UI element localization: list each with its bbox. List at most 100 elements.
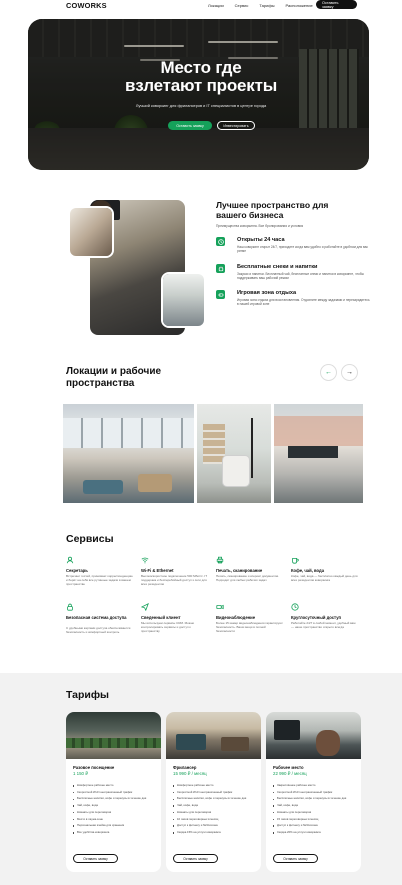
clock-icon — [291, 603, 299, 613]
service-secretary: Секретарь Встречает гостей, принимает ко… — [66, 556, 136, 596]
service-video: Видеонаблюдение Более 15 камер видеонабл… — [216, 603, 286, 643]
why-subtitle: Преимущества коворкинга. Все бронировани… — [216, 224, 304, 228]
send-icon — [140, 602, 149, 613]
hero-invest-button[interactable]: Инвестировать — [217, 121, 255, 130]
wifi-icon — [141, 556, 149, 566]
clock-icon — [216, 237, 225, 246]
tariff-request-button[interactable]: Оставить заявку — [273, 854, 318, 863]
service-desc: Мы используем сервисы CRM. Можно контрол… — [141, 621, 195, 633]
office-photo-small-right — [161, 272, 206, 328]
service-desc: С удобными картами доступа обеспечиваетс… — [66, 626, 131, 634]
list-item: Доступ к фитнесу и библиотеке — [173, 823, 257, 828]
tariff-price: 1 150 ₽ — [73, 771, 89, 776]
list-item: Скоростной Wi-Fi неограниченный трафик — [273, 790, 357, 794]
service-client: Сведенный клиент Мы используем сервисы C… — [140, 602, 211, 643]
list-item: Скидка 15% на услуги коворкинга — [173, 830, 257, 834]
printer-icon — [216, 556, 224, 566]
why-title: Лучшее пространство для вашего бизнеса — [216, 200, 329, 220]
nav-item-tariffs[interactable]: Тарифы — [259, 3, 274, 8]
tariff-card-workplace: Рабочее место 22 990 ₽ / месяц Закреплён… — [266, 712, 361, 872]
services-title: Сервисы — [66, 533, 114, 545]
service-desc: Работайте 24/7 в любой момент, удобный в… — [291, 621, 356, 629]
service-desc: Более 15 камер видеонаблюдения гарантиру… — [216, 621, 283, 633]
service-24h-access: Круглосуточный доступ Работайте 24/7 в л… — [291, 603, 361, 643]
list-item: Комнаты для переговоров — [173, 810, 257, 814]
nav-item-service[interactable]: Сервис — [235, 3, 249, 8]
feature-title: Игровая зона отдыха — [237, 290, 297, 296]
service-title: Сведенный клиент — [141, 615, 181, 620]
camera-icon — [216, 603, 224, 613]
list-item: 15 часов переговорных в месяц — [273, 817, 357, 821]
feature-desc: Закуски и напитки. Бесплатный чай, беспл… — [237, 272, 364, 280]
tariff-features: Закреплённое рабочее место Скоростной Wi… — [273, 783, 357, 838]
list-item: Доступ к фитнесу и библиотеке — [273, 823, 357, 828]
list-item: Персональная ячейка для хранения — [73, 823, 157, 828]
feature-game-zone: Игровая зона отдыха Игровая зона отдыха … — [216, 290, 370, 310]
service-title: Кофе, чай, вода — [291, 568, 325, 573]
tariff-card-single: Разовое посещение 1 150 ₽ Комфортное раб… — [66, 712, 161, 872]
feature-snacks: Бесплатные снеки и напитки Закуски и нап… — [216, 264, 364, 284]
list-item: Бесплатные напитки, кофе и перекусы в те… — [273, 796, 357, 801]
tariff-photo — [166, 712, 261, 759]
main-nav: Локации Сервис Тарифы Расположение — [208, 3, 313, 8]
logo[interactable]: COWORKS — [66, 1, 107, 10]
location-photo-3[interactable] — [274, 404, 363, 503]
service-title: Печать, сканирование — [216, 568, 263, 573]
office-photo-small-left — [68, 206, 114, 258]
feature-title: Открыты 24 часа — [237, 237, 285, 243]
service-print: Печать, сканирование Печать, сканировани… — [216, 556, 286, 596]
tariff-name: Рабочее место — [273, 765, 304, 770]
list-item: Скидка 20% на услуги коворкинга — [273, 830, 357, 834]
tariff-features: Комфортное рабочее место Скоростной Wi-F… — [73, 783, 157, 838]
list-item: Закреплённое рабочее место — [273, 783, 357, 787]
service-title: Круглосуточный доступ — [291, 615, 342, 620]
service-title: Wi-Fi & Ethernet — [141, 568, 174, 573]
nav-item-locations[interactable]: Локации — [208, 3, 224, 8]
tariff-card-freelancer: Фрилансер 15 990 ₽ / месяц Комфортное ра… — [166, 712, 261, 872]
carousel-next-button[interactable]: → — [342, 365, 357, 380]
list-item: Комфортное рабочее место — [73, 783, 157, 787]
list-item: Чай, кофе, вода — [73, 803, 157, 808]
list-item: Комфортное рабочее место — [173, 783, 257, 787]
location-photo-1[interactable] — [63, 404, 194, 503]
hero-request-button[interactable]: Оставить заявку — [168, 121, 212, 130]
list-item: Все удобства коворкинга — [73, 830, 157, 834]
location-photo-2[interactable] — [197, 404, 271, 503]
list-item: Бесплатные напитки, кофе и перекусы в те… — [73, 796, 157, 801]
header-request-button[interactable]: Оставить заявку — [316, 0, 357, 9]
feature-title: Бесплатные снеки и напитки — [237, 264, 318, 270]
locations-title: Локации и рабочие пространства — [66, 366, 162, 389]
secretary-icon — [66, 556, 74, 566]
tariff-price: 22 990 ₽ / месяц — [273, 771, 307, 776]
tariff-name: Разовое посещение — [73, 765, 115, 770]
tariff-request-button[interactable]: Оставить заявку — [173, 854, 218, 863]
tariff-request-button[interactable]: Оставить заявку — [73, 854, 118, 863]
hero-title: Место где взлетают проекты — [124, 58, 278, 95]
hero-subtitle: Лучший коворкинг для фрилансеров и IT сп… — [135, 103, 267, 108]
feature-desc: Наш коворкинг открыт 24/7, приходите ког… — [237, 245, 369, 253]
list-item: Место в лаунж-зоне — [73, 817, 157, 821]
list-item: Комнаты для переговоров — [273, 810, 357, 814]
service-coffee: Кофе, чай, вода Кофе, чай, вода — беспла… — [291, 556, 361, 596]
tariffs-title: Тарифы — [66, 689, 110, 701]
list-item: Чай, кофе, вода — [273, 803, 357, 808]
list-item: Комнаты для переговоров — [73, 810, 157, 814]
service-desc: Кофе, чай, вода — бесплатно каждый день … — [291, 574, 358, 582]
service-title: Секретарь — [66, 568, 88, 573]
game-icon — [216, 290, 225, 299]
service-access: Безопасная система доступа С удобными ка… — [66, 603, 136, 648]
service-wifi: Wi-Fi & Ethernet Высокоскоростное подклю… — [141, 556, 211, 596]
coffee-icon — [291, 556, 299, 566]
tariff-photo — [266, 712, 361, 759]
service-desc: Встречает гостей, принимает корреспонден… — [66, 574, 133, 586]
service-title: Безопасная система доступа — [66, 615, 127, 620]
carousel-prev-button[interactable]: ← — [321, 365, 336, 380]
lock-icon — [66, 603, 74, 613]
nav-item-location[interactable]: Расположение — [286, 3, 313, 8]
list-item: Скоростной Wi-Fi неограниченный трафик — [73, 790, 157, 794]
service-title: Видеонаблюдение — [216, 615, 256, 620]
tariff-photo — [66, 712, 161, 759]
list-item: Скоростной Wi-Fi неограниченный трафик — [173, 790, 257, 794]
tariff-features: Комфортное рабочее место Скоростной Wi-F… — [173, 783, 257, 838]
list-item: Чай, кофе, вода — [173, 803, 257, 808]
